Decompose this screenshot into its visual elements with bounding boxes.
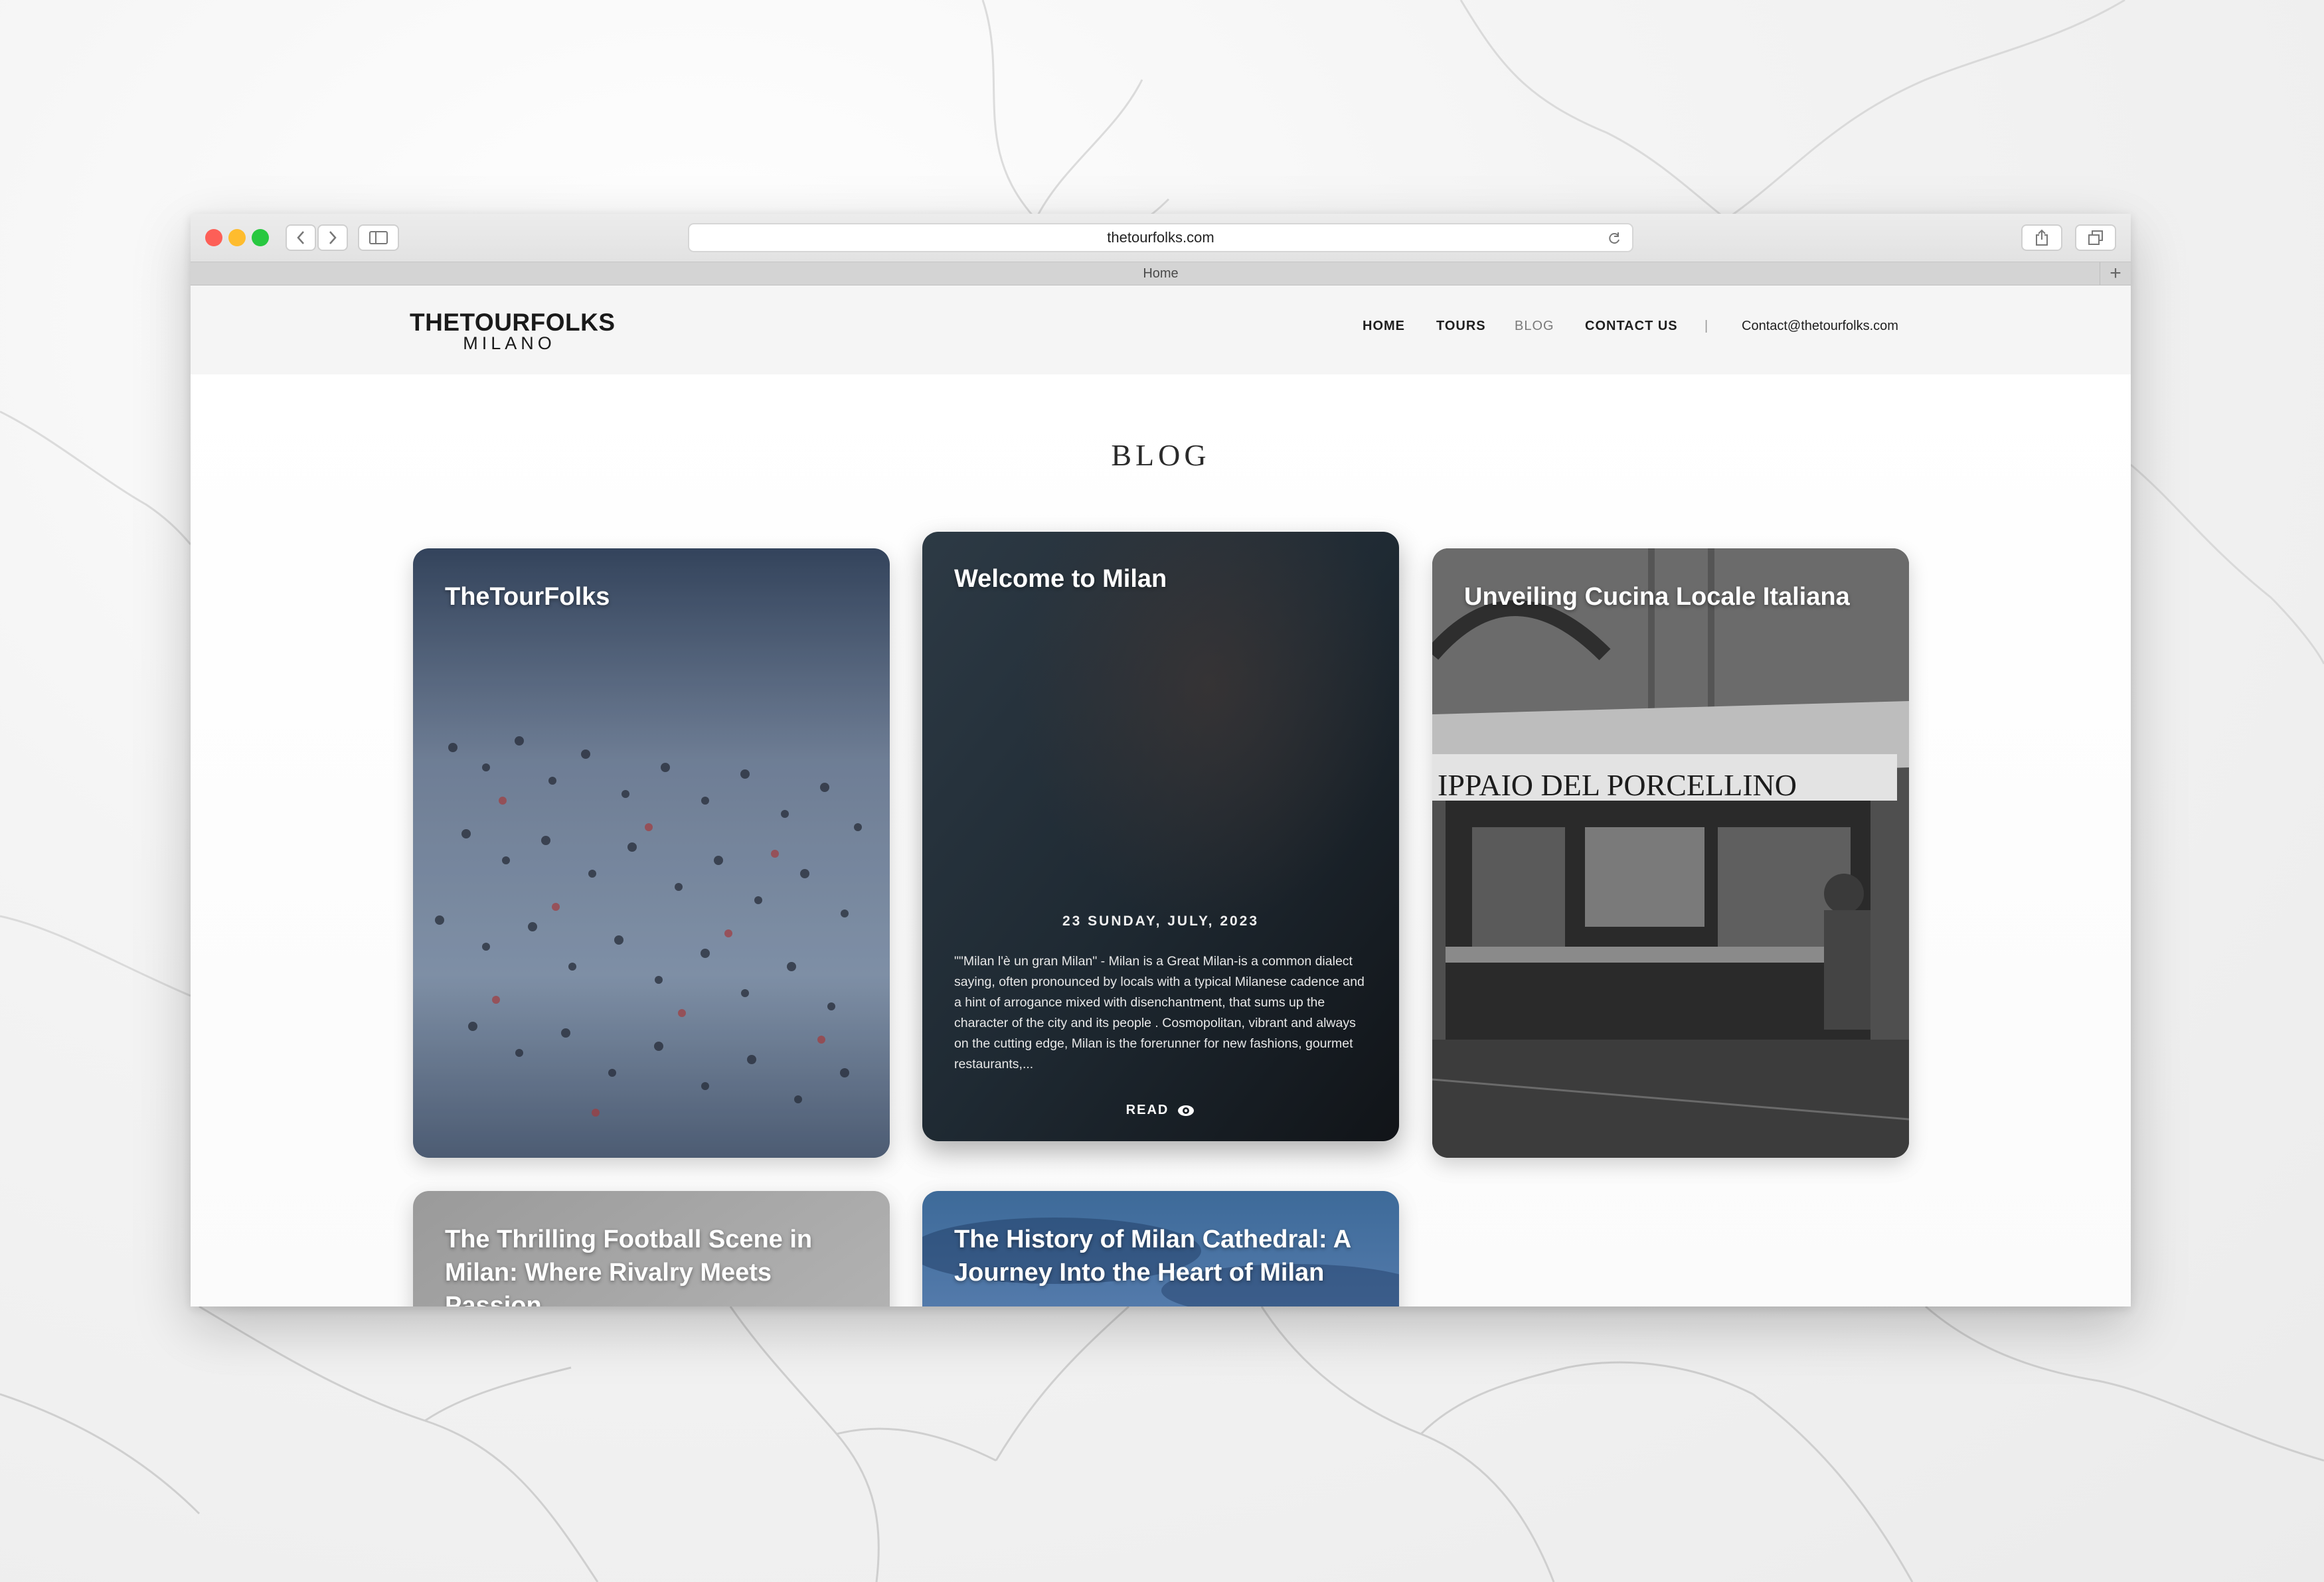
share-icon (2036, 229, 2048, 246)
tab-home[interactable]: Home (1143, 266, 1178, 281)
back-button[interactable] (286, 224, 316, 251)
nav-email-link[interactable]: Contact@thetourfolks.com (1742, 319, 1898, 334)
browser-toolbar: thetourfolks.com (191, 214, 2131, 262)
address-bar[interactable]: thetourfolks.com (688, 223, 1633, 252)
site-header: THETOURFOLKS MILANO HOME TOURS BLOG CONT… (191, 285, 2131, 374)
read-label: READ (1125, 1103, 1169, 1117)
blog-card[interactable]: The Thrilling Football Scene in Milan: W… (413, 1191, 890, 1306)
card-date: 23 SUNDAY, JULY, 2023 (1062, 913, 1260, 929)
page-title: BLOG (1111, 438, 1210, 472)
nav-blog[interactable]: BLOG (1515, 319, 1554, 334)
eye-icon (1178, 1105, 1195, 1116)
card-title: The History of Milan Cathedral: A Journe… (954, 1226, 1351, 1287)
nav-tours[interactable]: TOURS (1436, 319, 1486, 334)
share-button[interactable] (2021, 224, 2062, 251)
card-title: The Thrilling Football Scene in Milan: W… (445, 1226, 813, 1306)
main-content: BLOG TheTourFolks Welcome to Milan 23 SU… (191, 374, 2131, 1306)
card-title: Welcome to Milan (954, 565, 1167, 593)
browser-window: thetourfolks.com Home + THETOURFOLKS MIL… (191, 214, 2131, 1306)
card-title: TheTourFolks (445, 583, 610, 611)
sidebar-icon (369, 231, 388, 244)
minimize-window-button[interactable] (228, 229, 246, 246)
url-text: thetourfolks.com (1107, 229, 1214, 246)
plus-icon: + (2110, 262, 2121, 284)
blog-card[interactable]: IPPAIO DEL PORCELLINO Unveiling Cucina L… (1432, 548, 1909, 1158)
reload-icon[interactable] (1607, 231, 1621, 246)
close-window-button[interactable] (205, 229, 222, 246)
nav-separator: | (1704, 319, 1709, 333)
card-excerpt: ""Milan l'è un gran Milan" - Milan is a … (954, 954, 1365, 1071)
chevron-left-icon (297, 231, 304, 244)
nav-contact-us[interactable]: CONTACT US (1585, 319, 1678, 334)
tab-bar: Home + (191, 262, 2131, 285)
blog-card[interactable]: The History of Milan Cathedral: A Journe… (922, 1191, 1399, 1306)
tabs-overview-button[interactable] (2075, 224, 2116, 251)
zoom-window-button[interactable] (252, 229, 269, 246)
crowd-photo (413, 548, 890, 1158)
tabs-icon (2088, 230, 2103, 245)
read-button[interactable]: READ (922, 1103, 1399, 1118)
site-logo[interactable]: THETOURFOLKS (410, 309, 616, 337)
food-stand-photo: IPPAIO DEL PORCELLINO (1432, 548, 1909, 1158)
chevron-right-icon (329, 231, 337, 244)
sidebar-toggle-button[interactable] (358, 224, 399, 251)
blog-card[interactable]: TheTourFolks (413, 548, 890, 1158)
new-tab-button[interactable]: + (2100, 262, 2131, 285)
card-title: Unveiling Cucina Locale Italiana (1464, 583, 1850, 611)
sign-text: IPPAIO DEL PORCELLINO (1438, 768, 1797, 802)
site-logo-subtitle: MILANO (463, 333, 556, 353)
blog-card-featured[interactable]: Welcome to Milan 23 SUNDAY, JULY, 2023 "… (922, 532, 1399, 1141)
nav-home[interactable]: HOME (1363, 319, 1405, 334)
forward-button[interactable] (317, 224, 348, 251)
